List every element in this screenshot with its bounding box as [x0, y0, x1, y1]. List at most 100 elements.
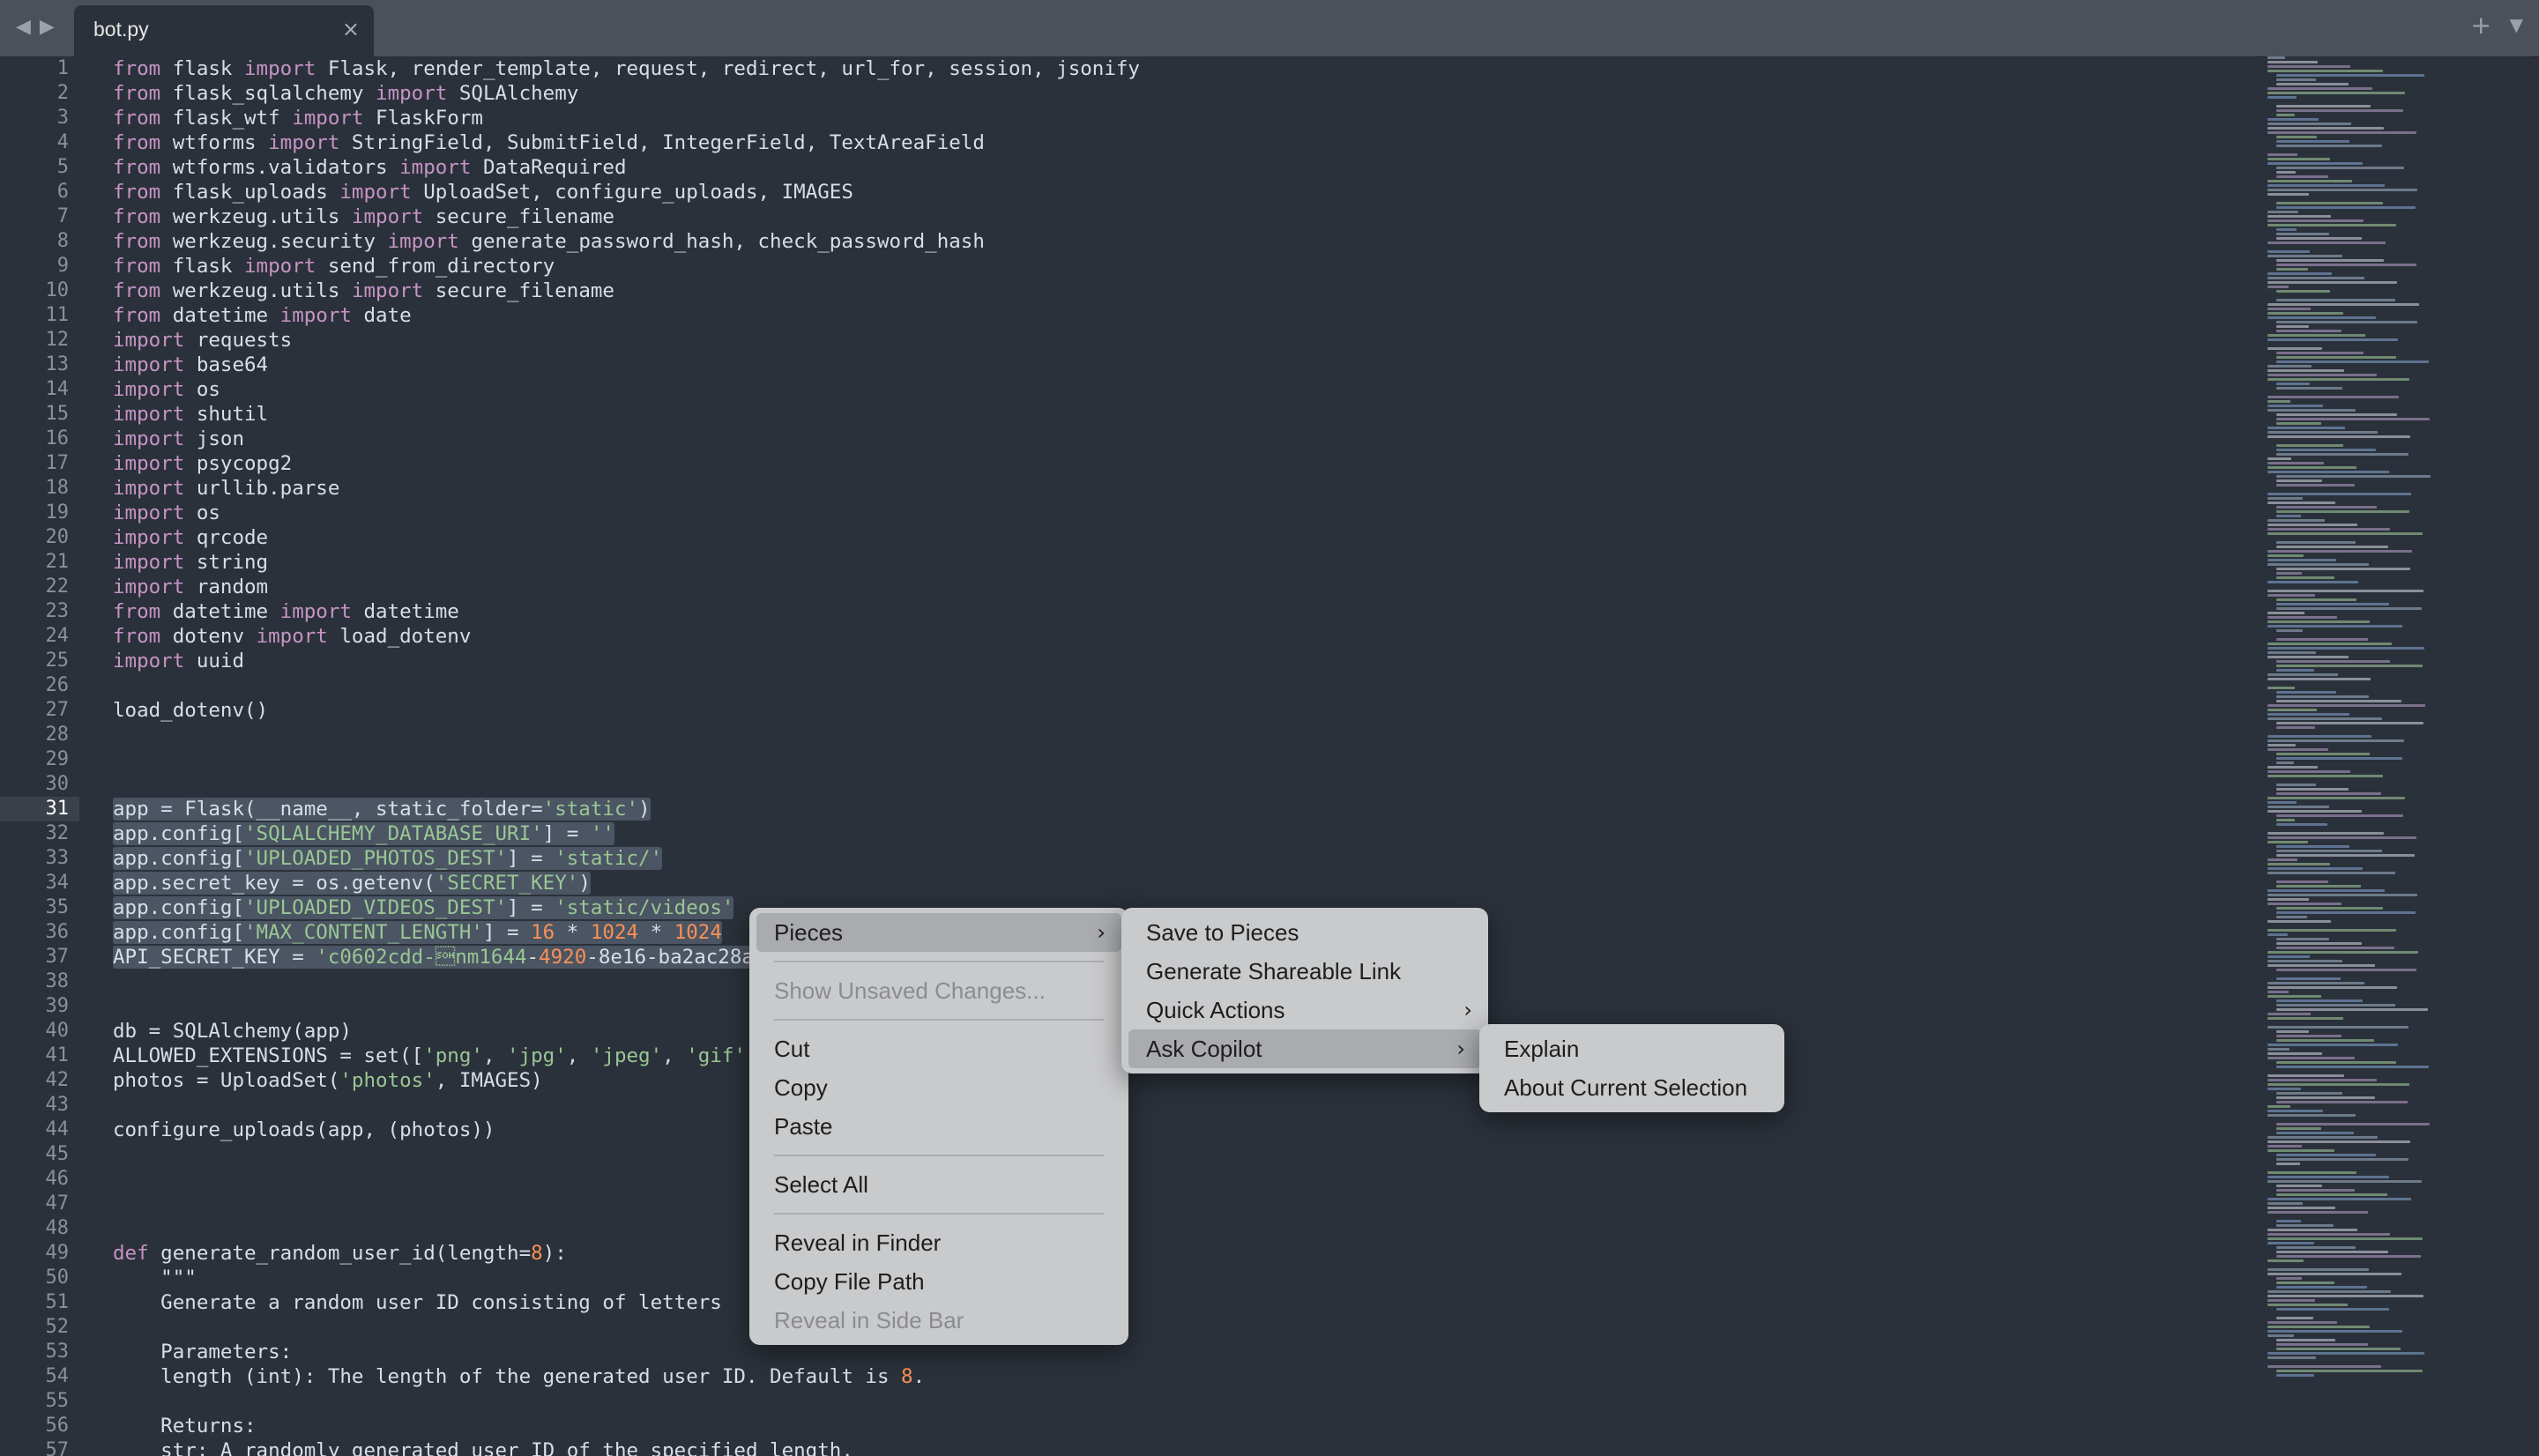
code-line[interactable]: str: A randomly generated user ID of the… — [113, 1438, 2257, 1456]
code-line[interactable]: import shutil — [113, 402, 2257, 427]
code-line[interactable] — [113, 747, 2257, 772]
tab-overflow-icon[interactable]: ▼ — [2510, 14, 2523, 35]
menu-item-copy[interactable]: Copy — [749, 1068, 1128, 1107]
menu-item-label: Show Unsaved Changes... — [774, 977, 1046, 1004]
code-line[interactable]: from wtforms import StringField, SubmitF… — [113, 130, 2257, 155]
menu-item-reveal-in-finder[interactable]: Reveal in Finder — [749, 1223, 1128, 1262]
code-line[interactable] — [113, 1216, 2257, 1241]
code-line[interactable]: from flask_sqlalchemy import SQLAlchemy — [113, 81, 2257, 106]
pieces-item-quick-actions[interactable]: Quick Actions › — [1121, 991, 1488, 1029]
minimap-line — [2267, 620, 2370, 623]
minimap-line — [2276, 383, 2310, 385]
code-line[interactable]: def generate_random_user_id(length=8): — [113, 1241, 2257, 1266]
pieces-item-generate-shareable-link[interactable]: Generate Shareable Link — [1121, 952, 1488, 991]
code-line[interactable]: from werkzeug.security import generate_p… — [113, 229, 2257, 254]
menu-item-paste[interactable]: Paste — [749, 1107, 1128, 1146]
line-number: 57 — [45, 1439, 70, 1456]
minimap-line — [2267, 1273, 2401, 1275]
close-icon[interactable]: × — [342, 17, 360, 41]
minimap-line — [2267, 255, 2342, 257]
forward-arrow-icon[interactable]: ▶ — [40, 16, 55, 38]
minimap-line — [2276, 1132, 2354, 1134]
code-line[interactable]: configure_uploads(app, (photos)) — [113, 1118, 2257, 1142]
pieces-item-ask-copilot[interactable]: Ask Copilot › — [1128, 1029, 1481, 1068]
minimap-line — [2276, 237, 2362, 240]
code-line[interactable]: from datetime import datetime — [113, 599, 2257, 624]
code-line[interactable] — [113, 1389, 2257, 1414]
minimap-line — [2267, 858, 2297, 861]
pieces-item-save-to-pieces[interactable]: Save to Pieces — [1121, 913, 1488, 952]
code-line[interactable]: from flask_uploads import UploadSet, con… — [113, 180, 2257, 204]
minimap-line — [2267, 625, 2402, 628]
code-area[interactable]: from flask import Flask, render_template… — [113, 56, 2257, 1456]
code-line[interactable]: import os — [113, 501, 2257, 525]
code-line[interactable]: import os — [113, 377, 2257, 402]
minimap-line — [2276, 977, 2341, 980]
code-line[interactable]: import qrcode — [113, 525, 2257, 550]
minimap-line — [2267, 241, 2386, 244]
code-line[interactable]: app.config['UPLOADED_PHOTOS_DEST'] = 'st… — [113, 846, 2257, 871]
code-line[interactable]: """ — [113, 1266, 2257, 1290]
code-line[interactable]: load_dotenv() — [113, 698, 2257, 723]
code-line[interactable] — [113, 1142, 2257, 1167]
code-line[interactable]: import urllib.parse — [113, 476, 2257, 501]
menu-item-cut[interactable]: Cut — [749, 1029, 1128, 1068]
back-arrow-icon[interactable]: ◀ — [16, 16, 31, 38]
code-line[interactable]: length (int): The length of the generate… — [113, 1364, 2257, 1389]
code-line[interactable]: from flask_wtf import FlaskForm — [113, 106, 2257, 130]
minimap-line — [2267, 1079, 2377, 1081]
code-line[interactable] — [113, 1093, 2257, 1118]
code-line[interactable]: import base64 — [113, 353, 2257, 377]
code-line[interactable]: from dotenv import load_dotenv — [113, 624, 2257, 649]
minimap-line — [2276, 1039, 2374, 1042]
code-line[interactable] — [113, 723, 2257, 747]
minimap-line — [2276, 360, 2429, 363]
code-line[interactable] — [113, 1192, 2257, 1216]
menu-item-copy-file-path[interactable]: Copy File Path — [749, 1262, 1128, 1301]
code-line[interactable]: import uuid — [113, 649, 2257, 673]
code-line[interactable]: import json — [113, 427, 2257, 451]
minimap-line — [2267, 991, 2289, 993]
minimap-line — [2267, 272, 2332, 275]
code-line[interactable]: app = Flask(__name__, static_folder='sta… — [113, 797, 2257, 821]
chevron-right-icon: › — [1097, 920, 1106, 945]
minimap-line — [2276, 418, 2430, 420]
code-line[interactable] — [113, 673, 2257, 698]
code-line[interactable]: import string — [113, 550, 2257, 575]
code-line[interactable]: from werkzeug.utils import secure_filena… — [113, 279, 2257, 303]
code-line[interactable]: app.secret_key = os.getenv('SECRET_KEY') — [113, 871, 2257, 895]
tab-bot-py[interactable]: bot.py × — [74, 5, 374, 56]
code-line[interactable]: import requests — [113, 328, 2257, 353]
code-line[interactable]: from wtforms.validators import DataRequi… — [113, 155, 2257, 180]
minimap[interactable] — [2266, 56, 2530, 1456]
copilot-item-explain[interactable]: Explain — [1479, 1029, 1784, 1068]
minimap-line — [2276, 74, 2424, 77]
minimap-line — [2267, 550, 2412, 553]
code-line[interactable]: app.config['SQLALCHEMY_DATABASE_URI'] = … — [113, 821, 2257, 846]
code-line[interactable]: import random — [113, 575, 2257, 599]
code-editor[interactable]: 1 2 3 4 5 6 7 8 9 10 11 12 13 14 15 16 17 18 19 20 21 22 23 24 2… — [0, 56, 2257, 1456]
code-line[interactable]: Generate a random user ID consisting of … — [113, 1290, 2257, 1315]
minimap-line — [2276, 784, 2316, 786]
minimap-line — [2267, 65, 2350, 68]
code-line[interactable]: from werkzeug.utils import secure_filena… — [113, 204, 2257, 229]
menu-item-pieces[interactable]: Pieces › — [756, 913, 1121, 952]
code-line[interactable] — [113, 772, 2257, 797]
line-number: 9 — [56, 255, 69, 277]
code-line[interactable]: Parameters: — [113, 1340, 2257, 1364]
minimap-line — [2276, 568, 2410, 570]
code-line[interactable]: from flask import Flask, render_template… — [113, 56, 2257, 81]
line-number: 31 — [0, 797, 79, 821]
code-line[interactable] — [113, 1315, 2257, 1340]
minimap-line — [2267, 409, 2356, 412]
new-tab-icon[interactable]: + — [2471, 11, 2491, 40]
copilot-item-about-current-selection[interactable]: About Current Selection — [1479, 1068, 1784, 1107]
menu-item-select-all[interactable]: Select All — [749, 1165, 1128, 1204]
code-line[interactable]: from datetime import date — [113, 303, 2257, 328]
code-line[interactable] — [113, 1167, 2257, 1192]
minimap-line — [2267, 1026, 2409, 1029]
code-line[interactable]: from flask import send_from_directory — [113, 254, 2257, 279]
code-line[interactable]: Returns: — [113, 1414, 2257, 1438]
code-line[interactable]: import psycopg2 — [113, 451, 2257, 476]
minimap-line — [2267, 832, 2384, 835]
